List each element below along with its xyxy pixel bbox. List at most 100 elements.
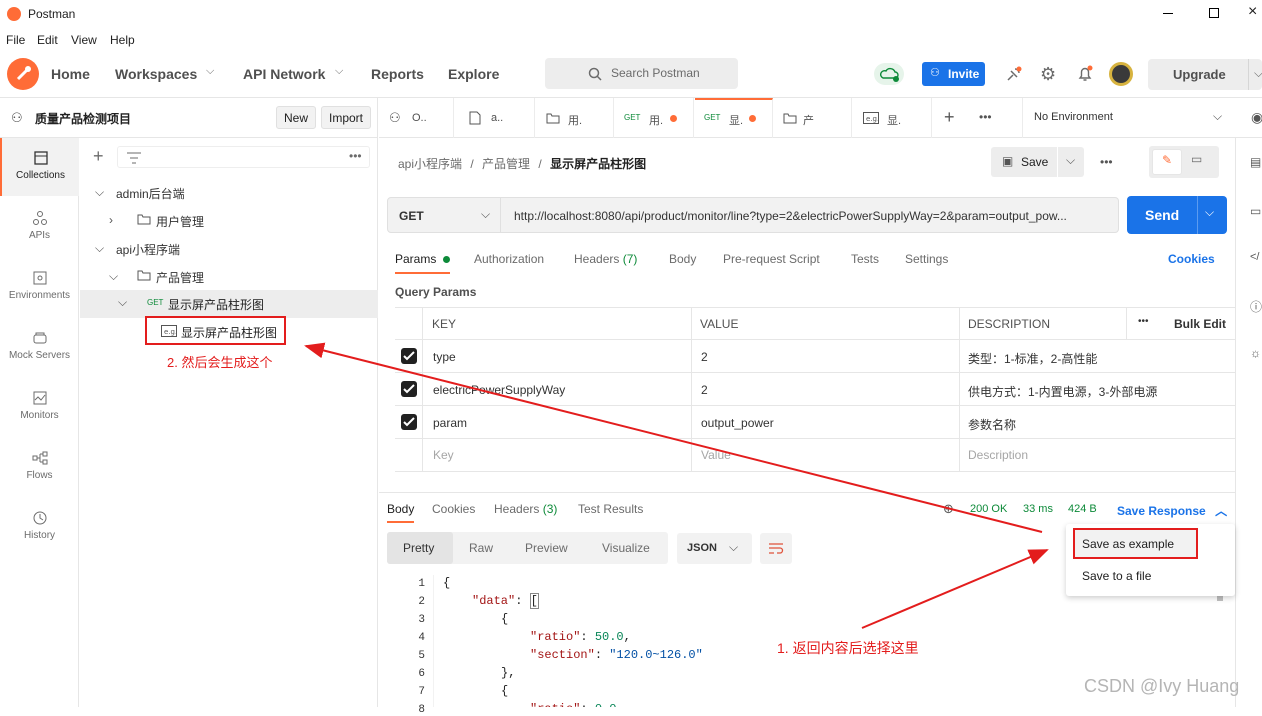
nav-api-network[interactable]: API Network xyxy=(243,66,325,82)
collection-filter[interactable]: ••• xyxy=(117,146,370,168)
description-placeholder[interactable]: Description xyxy=(968,448,1028,462)
row-checkbox[interactable] xyxy=(401,381,417,397)
documentation-icon[interactable]: ▤ xyxy=(1250,155,1261,169)
param-key[interactable]: param xyxy=(433,416,467,430)
sidebar-item-apis[interactable]: APIs xyxy=(0,198,79,256)
new-button[interactable]: New xyxy=(276,106,316,129)
invite-button[interactable]: ⚇ Invite xyxy=(922,62,985,86)
tree-request-selected[interactable]: ⌵ GET 显示屏产品柱形图 xyxy=(80,290,378,318)
tab-folder-user[interactable]: 用. xyxy=(536,98,614,138)
search-box[interactable]: Search Postman xyxy=(545,58,738,89)
tab-tests[interactable]: Tests xyxy=(851,252,879,266)
bell-icon[interactable] xyxy=(1076,65,1094,83)
tab-body[interactable]: Body xyxy=(669,252,696,266)
save-response-button[interactable]: Save Response ︿ xyxy=(1117,502,1227,519)
tab-overview[interactable]: ⚇ O.. xyxy=(379,98,454,138)
eye-icon[interactable]: ◉ xyxy=(1251,109,1262,126)
view-raw[interactable]: Raw xyxy=(469,541,493,555)
nav-explore[interactable]: Explore xyxy=(448,66,499,82)
menu-item-save-as-example[interactable]: Save as example xyxy=(1073,528,1198,559)
param-value[interactable]: 2 xyxy=(701,350,708,364)
tree-folder-user-mgmt[interactable]: 用户管理 xyxy=(156,213,204,230)
view-visualize[interactable]: Visualize xyxy=(602,541,650,555)
menu-file[interactable]: File xyxy=(6,33,25,47)
save-button[interactable]: ▣ Save xyxy=(991,147,1057,177)
menu-help[interactable]: Help xyxy=(110,33,135,47)
key-placeholder[interactable]: Key xyxy=(433,448,454,462)
param-value[interactable]: 2 xyxy=(701,383,708,397)
sidebar-item-history[interactable]: History xyxy=(0,498,79,556)
more-icon[interactable]: ••• xyxy=(1100,155,1113,169)
tab-response-cookies[interactable]: Cookies xyxy=(432,502,475,516)
sidebar-item-mock-servers[interactable]: Mock Servers xyxy=(0,318,79,376)
param-key[interactable]: type xyxy=(433,350,456,364)
add-collection-icon[interactable]: + xyxy=(93,147,104,165)
tab-request-active[interactable]: GET 显. xyxy=(695,98,773,138)
tab-authorization[interactable]: Authorization xyxy=(474,252,544,266)
param-description[interactable]: 类型：1-标准，2-高性能 xyxy=(968,350,1097,367)
method-select[interactable]: GET ⌵ xyxy=(387,197,501,233)
bulk-edit-link[interactable]: Bulk Edit xyxy=(1174,317,1226,331)
chevron-down-icon[interactable]: ⌵ xyxy=(95,185,104,200)
more-icon[interactable]: ••• xyxy=(349,149,362,163)
sidebar-item-collections[interactable]: Collections xyxy=(0,138,79,196)
tab-test-results[interactable]: Test Results xyxy=(578,502,643,516)
param-value[interactable]: output_power xyxy=(701,416,774,430)
gear-icon[interactable]: ⚙ xyxy=(1040,65,1056,83)
more-icon[interactable]: ••• xyxy=(1138,316,1149,327)
tree-example-item[interactable]: e.g. 显示屏产品柱形图 xyxy=(145,316,286,345)
format-select[interactable]: JSON ⌵ xyxy=(677,533,752,564)
satellite-icon[interactable] xyxy=(1005,65,1023,83)
row-checkbox[interactable] xyxy=(401,414,417,430)
tab-example[interactable]: e.g. 显. xyxy=(853,98,932,138)
url-input[interactable]: http://localhost:8080/api/product/monito… xyxy=(501,197,1119,233)
menu-view[interactable]: View xyxy=(71,33,97,47)
wrap-lines-button[interactable] xyxy=(760,533,792,564)
tab-request-user[interactable]: GET 用. xyxy=(615,98,694,138)
menu-edit[interactable]: Edit xyxy=(37,33,58,47)
edit-pencil-icon[interactable]: ✎ xyxy=(1152,149,1182,175)
code-icon[interactable]: </ xyxy=(1250,251,1259,263)
chevron-down-icon[interactable]: ⌵ xyxy=(118,295,127,310)
close-icon[interactable]: × xyxy=(1248,4,1257,20)
sync-cloud-icon[interactable] xyxy=(874,63,904,85)
nav-reports[interactable]: Reports xyxy=(371,66,424,82)
breadcrumb-item[interactable]: 产品管理 xyxy=(482,157,530,171)
tree-collection-api[interactable]: api小程序端 xyxy=(116,241,180,258)
comments-icon[interactable]: ▭ xyxy=(1250,204,1261,218)
tab-pre-request-script[interactable]: Pre-request Script xyxy=(723,252,820,266)
comment-icon[interactable]: ▭ xyxy=(1191,152,1202,166)
nav-home[interactable]: Home xyxy=(51,66,90,82)
param-description[interactable]: 供电方式：1-内置电源，3-外部电源 xyxy=(968,383,1157,400)
chevron-down-icon[interactable]: ⌵ xyxy=(109,269,118,284)
info-icon[interactable]: ⓘ xyxy=(1250,298,1262,315)
sidebar-item-environments[interactable]: Environments xyxy=(0,258,79,316)
tree-collection-admin[interactable]: admin后台端 xyxy=(116,185,185,202)
chevron-right-icon[interactable]: › xyxy=(109,213,113,227)
chevron-down-icon[interactable]: ⌵ xyxy=(1205,205,1214,220)
tree-folder-product-mgmt[interactable]: 产品管理 xyxy=(156,269,204,286)
view-pretty[interactable]: Pretty xyxy=(387,532,453,564)
cookies-link[interactable]: Cookies xyxy=(1168,252,1215,266)
menu-item-save-to-file[interactable]: Save to a file xyxy=(1082,569,1151,583)
tab-document[interactable]: a.. xyxy=(455,98,535,138)
tab-response-headers[interactable]: Headers (3) xyxy=(494,502,557,516)
minimize-icon[interactable] xyxy=(1163,13,1173,14)
sidebar-item-flows[interactable]: Flows xyxy=(0,438,79,496)
tab-headers[interactable]: Headers (7) xyxy=(574,252,637,266)
tab-settings[interactable]: Settings xyxy=(905,252,948,266)
tab-folder-product[interactable]: 产 xyxy=(774,98,852,138)
tab-params[interactable]: Params xyxy=(395,252,450,274)
nav-workspaces[interactable]: Workspaces xyxy=(115,66,197,82)
new-tab-icon[interactable]: + xyxy=(944,107,955,128)
tab-response-body[interactable]: Body xyxy=(387,502,415,523)
import-button[interactable]: Import xyxy=(321,106,371,129)
more-tabs-icon[interactable]: ••• xyxy=(979,110,992,124)
maximize-icon[interactable] xyxy=(1209,8,1219,18)
chevron-down-icon[interactable]: ⌵ xyxy=(95,241,104,256)
breadcrumb-item[interactable]: api小程序端 xyxy=(398,157,462,171)
param-description[interactable]: 参数名称 xyxy=(968,416,1016,433)
row-checkbox[interactable] xyxy=(401,348,417,364)
postman-logo[interactable] xyxy=(7,58,39,90)
view-preview[interactable]: Preview xyxy=(525,541,568,555)
